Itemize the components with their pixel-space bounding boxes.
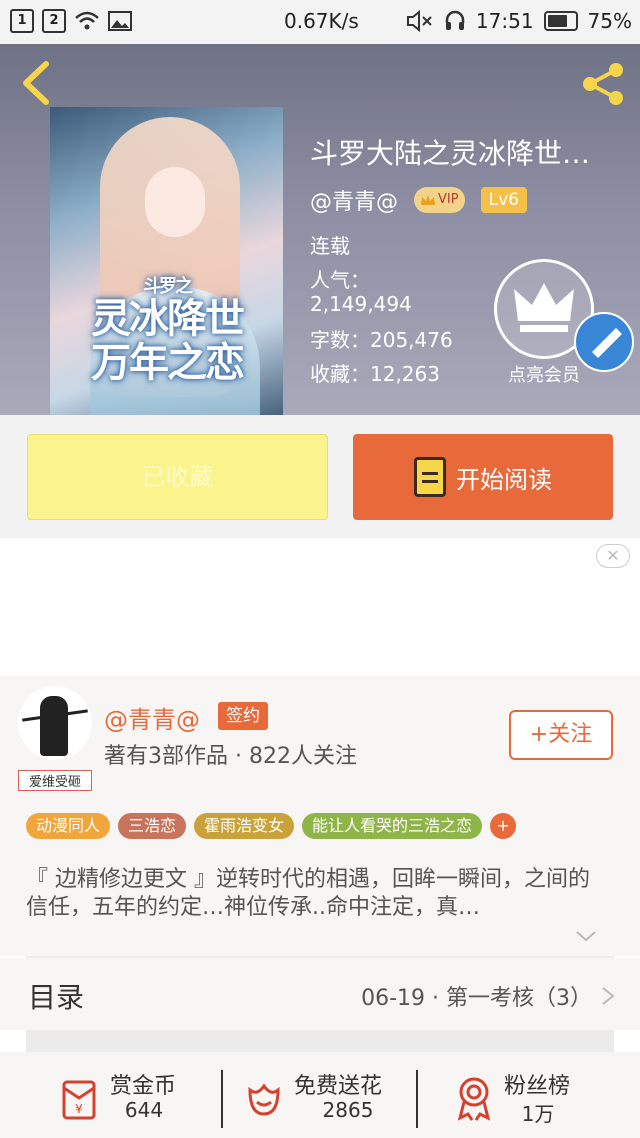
avatar-figure [40,696,68,756]
fans-ranking-button[interactable]: 粉丝榜 1万 [452,1068,602,1128]
network-speed: 0.67K/s [284,9,359,33]
add-tag-button[interactable]: + [490,813,517,839]
status-left: 1 2 [10,9,132,33]
flowers-count: 2865 [322,1098,374,1122]
author-card-name[interactable]: @青青@ [104,700,200,735]
tag-item[interactable]: 能让人看哭的三浩之恋 [302,813,483,839]
brush-float-button[interactable] [574,312,634,372]
cover-title-line1: 灵冰降世 [91,295,245,342]
battery-percent: 75% [587,9,632,33]
share-icon[interactable] [580,60,628,108]
separator [221,1070,223,1128]
separator [416,1070,418,1128]
author-works-summary: 著有3部作品 · 822人关注 [104,744,357,769]
vip-text: VIP [438,192,459,207]
latest-chapter: 06-19 · 第一考核（3） [361,986,592,1011]
coins-count: 644 [124,1098,164,1122]
book-hero: 斗罗之 灵冰降世 万年之恋 斗罗大陆之灵冰降世… @青青@ VIP Lv6 连载… [0,44,640,415]
vip-badge: VIP [414,187,465,213]
coins-label: 赏金币 [110,1074,177,1099]
word-count: 字数：205,476 [310,328,453,352]
table-of-contents-row[interactable]: 目录 06-19 · 第一考核（3） [0,958,640,1030]
sim1-icon: 1 [10,9,34,33]
battery-icon [543,11,578,31]
tag-item[interactable]: 动漫同人 [26,813,111,839]
fans-count: 1万 [521,1102,555,1126]
collected-button[interactable]: 已收藏 [27,434,328,520]
avatar-tag: 爱维受砸 [18,770,92,791]
section-gap [26,1030,614,1052]
signed-badge: 签约 [218,702,268,730]
tag-item[interactable]: 霍雨浩变女 [194,813,295,839]
author-section: 爱维受砸 @青青@ 签约 著有3部作品 · 822人关注 +关注 动漫同人 三浩… [0,676,640,956]
cover-title-line2: 万年之恋 [91,339,245,386]
image-icon [108,11,132,31]
chevron-down-icon[interactable] [575,928,597,944]
wifi-icon [75,11,99,30]
author-avatar[interactable]: 爱维受砸 [18,686,92,791]
crown-icon [421,195,436,205]
send-flowers-button[interactable]: 免费送花 2865 [242,1068,412,1128]
status-right: 17:51 75% [406,9,632,33]
popularity-value: 2,149,494 [310,292,412,316]
red-envelope-icon: ¥ [62,1080,96,1120]
level-badge: Lv6 [480,187,527,213]
fans-label: 粉丝榜 [504,1074,571,1099]
book-cover[interactable]: 斗罗之 灵冰降世 万年之恋 [50,107,283,415]
battery-fill [547,15,568,27]
close-icon[interactable]: ✕ [596,544,630,568]
chevron-right-icon [602,987,615,1005]
author-name[interactable]: @青青@ [310,184,398,216]
back-icon[interactable] [18,60,54,106]
favorites-count: 收藏：12,263 [310,362,440,386]
bottom-action-bar: ¥ 赏金币 644 免费送花 2865 粉丝榜 1万 [0,1052,640,1138]
brush-icon [592,328,622,358]
svg-text:¥: ¥ [75,1102,83,1116]
book-status: 连载 [310,234,350,258]
book-title: 斗罗大陆之灵冰降世… [310,137,591,170]
popularity-label: 人气： [310,268,370,292]
book-icon [414,457,446,497]
start-reading-label: 开始阅读 [456,465,552,494]
book-detail-page: 1 2 0.67K/s 17:51 75% 斗罗之 灵冰降世 万年之恋 斗罗大陆… [0,0,640,1138]
follow-button[interactable]: +关注 [509,710,613,760]
mute-icon [406,10,432,32]
clock: 17:51 [475,9,534,33]
start-reading-button[interactable]: 开始阅读 [353,434,613,520]
headset-icon [445,10,465,30]
flowers-label: 免费送花 [294,1074,383,1099]
ad-area: ✕ [0,538,640,676]
tag-list: 动漫同人 三浩恋 霍雨浩变女 能让人看哭的三浩之恋 + [26,813,517,839]
cover-art-face [145,167,205,237]
author-row: @青青@ VIP Lv6 [310,184,527,216]
sim2-icon: 2 [42,9,66,33]
reward-coins-button[interactable]: ¥ 赏金币 644 [58,1068,208,1128]
cover-subtitle: 斗罗之 [143,276,193,297]
action-bar: 已收藏 开始阅读 [0,415,640,538]
avatar [18,686,92,760]
status-bar: 1 2 0.67K/s 17:51 75% [0,0,640,44]
book-synopsis: 『 边精修边更文 』逆转时代的相遇，回眸一瞬间，之间的信任，五年的约定…神位传承… [26,867,590,920]
flower-icon [248,1083,280,1116]
cover-title: 斗罗之 灵冰降世 万年之恋 [62,277,272,385]
medal-icon [457,1077,491,1121]
toc-label: 目录 [28,981,85,1014]
tag-item[interactable]: 三浩恋 [118,813,187,839]
